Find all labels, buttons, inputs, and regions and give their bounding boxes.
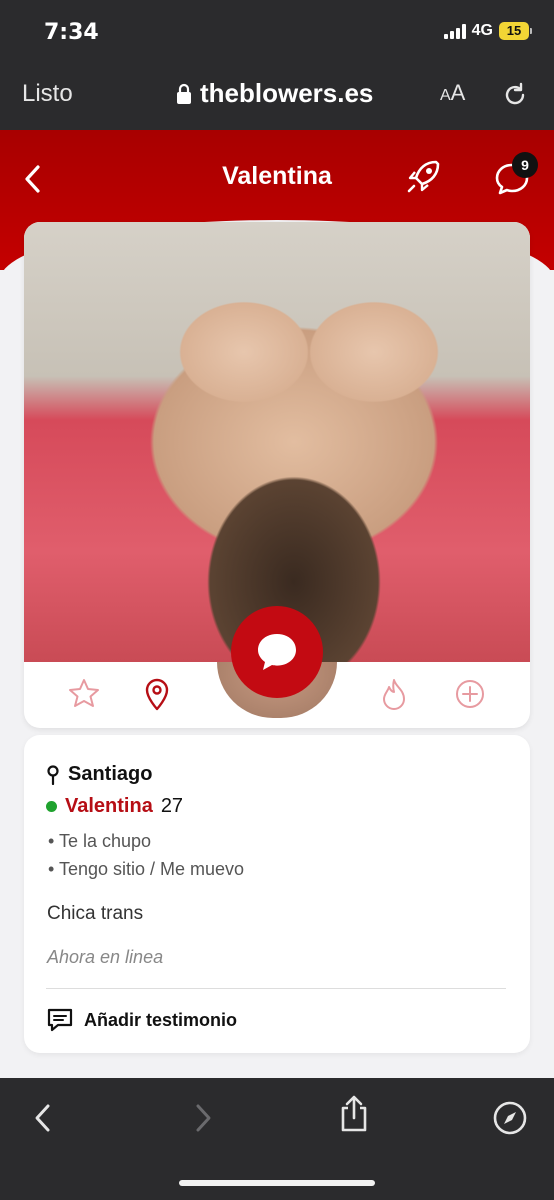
profile-photo[interactable] [24, 222, 530, 662]
address-field[interactable]: theblowers.es [176, 78, 373, 109]
online-status-dot [46, 801, 57, 812]
profile-info-card: Santiago Valentina 27 • Te la chupo • Te… [24, 735, 530, 1053]
clock: 7:34 [44, 20, 99, 45]
home-indicator[interactable] [179, 1180, 375, 1186]
send-message-button[interactable] [231, 606, 323, 698]
comment-icon [47, 1008, 73, 1032]
service-item: • Te la chupo [48, 831, 152, 851]
flame-icon[interactable] [376, 676, 412, 712]
compass-icon[interactable] [490, 1098, 530, 1138]
location-row: Santiago [46, 763, 152, 786]
reload-icon[interactable] [500, 80, 530, 110]
message-bubble-icon [258, 634, 296, 670]
service-item: • Tengo sitio / Me muevo [48, 859, 245, 879]
text-size-button[interactable]: AA [440, 80, 465, 106]
status-indicators: 4G 15 [443, 22, 532, 40]
back-arrow-icon[interactable] [24, 1098, 64, 1138]
network-type: 4G [471, 22, 493, 39]
profile-bio: Chica trans [47, 903, 144, 924]
done-button[interactable]: Listo [22, 80, 73, 108]
profile-age: 27 [160, 795, 184, 817]
signal-icon [443, 23, 466, 39]
divider [46, 988, 506, 989]
add-testimonial-button[interactable]: Añadir testimonio [46, 1007, 237, 1033]
rocket-icon[interactable] [404, 156, 444, 196]
plus-circle-icon[interactable] [452, 676, 488, 712]
add-testimonial-label: Añadir testimonio [84, 1009, 238, 1030]
profile-photo-card [24, 222, 530, 728]
battery-level: 15 [499, 22, 529, 40]
map-pin-icon[interactable] [139, 676, 175, 712]
status-bar: 7:34 4G 15 [0, 0, 554, 66]
browser-url-bar: Listo theblowers.es AA [0, 66, 554, 130]
lock-icon [177, 83, 191, 104]
location-pin-icon [47, 764, 59, 785]
url-text: theblowers.es [200, 78, 374, 108]
forward-arrow-icon[interactable] [182, 1098, 222, 1138]
star-icon[interactable] [66, 676, 102, 712]
page-title: Valentina [222, 162, 332, 190]
battery-icon: 15 [499, 22, 532, 40]
message-count-badge: 9 [512, 152, 538, 178]
name-row: Valentina 27 [46, 795, 183, 818]
online-status-text: Ahora en linea [47, 947, 164, 967]
share-icon[interactable] [334, 1094, 374, 1134]
location-label: Santiago [68, 763, 153, 785]
profile-name: Valentina [65, 795, 153, 817]
